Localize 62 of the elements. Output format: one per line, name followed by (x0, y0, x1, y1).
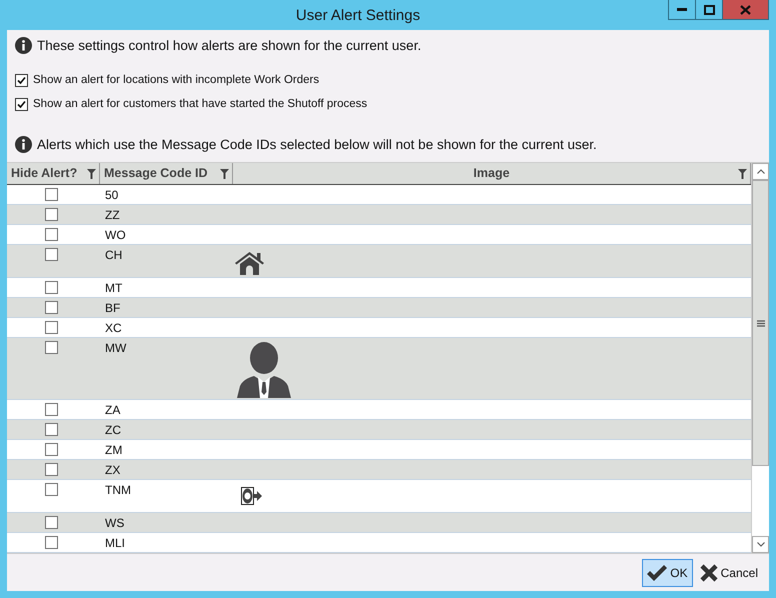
checkmark-icon (647, 564, 668, 580)
person-icon (237, 342, 291, 398)
table-cell: MLI (105, 536, 126, 550)
close-icon (740, 4, 751, 14)
table-cell: CH (105, 248, 122, 262)
meter-icon (241, 487, 262, 506)
scroll-down-button[interactable] (752, 536, 769, 553)
table-cell: MT (105, 280, 122, 295)
checkbox[interactable] (45, 443, 58, 456)
filter-icon[interactable] (87, 169, 96, 179)
table-cell: WO (105, 228, 126, 242)
table-cell: BF (105, 300, 120, 315)
table-cell: ZC (105, 423, 121, 438)
minimize-button[interactable] (668, 0, 696, 20)
info-icon (15, 136, 32, 153)
info-icon (15, 37, 32, 54)
checkbox[interactable] (45, 188, 58, 201)
checkbox[interactable] (45, 280, 58, 294)
house-icon (235, 250, 264, 275)
checkbox[interactable] (45, 228, 58, 241)
table-cell: ZZ (105, 208, 120, 222)
checkbox[interactable] (15, 74, 28, 86)
grid-note: Alerts which use the Message Code IDs selected below will not be shown for the current user. (37, 137, 597, 152)
checkbox[interactable] (45, 463, 58, 476)
option-label: Show an alert for customers that have started the Shutoff process (33, 98, 368, 110)
minimize-icon (677, 8, 687, 11)
checkbox[interactable] (45, 403, 58, 416)
checkbox[interactable] (45, 300, 58, 314)
chevron-up-icon (756, 169, 764, 174)
table-cell: ZM (105, 443, 122, 458)
intro-text: These settings control how alerts are shown for the current user. (37, 38, 422, 53)
checkbox[interactable] (45, 516, 58, 530)
close-button[interactable] (722, 0, 769, 20)
checkbox[interactable] (45, 423, 58, 436)
checkbox[interactable] (45, 248, 58, 261)
column-header[interactable]: Hide Alert? (7, 163, 100, 184)
table-cell: XC (105, 320, 122, 335)
table-cell: MW (105, 340, 126, 355)
maximize-icon (704, 4, 714, 14)
checkbox[interactable] (45, 320, 58, 334)
cancel-button[interactable]: Cancel (694, 558, 763, 586)
window-title: User Alert Settings (294, 6, 422, 24)
ok-button[interactable]: OK (642, 558, 693, 586)
checkbox[interactable] (15, 98, 28, 110)
checkbox[interactable] (45, 340, 58, 354)
grip-icon (756, 320, 764, 326)
column-header[interactable]: Message Code ID (100, 163, 233, 184)
option-label: Show an alert for locations with incomplete Work Orders (33, 74, 320, 86)
checkbox[interactable] (45, 208, 58, 221)
table-cell: ZA (105, 403, 120, 418)
scroll-thumb[interactable] (752, 180, 769, 466)
filter-icon[interactable] (220, 169, 229, 179)
chevron-down-icon (756, 542, 764, 547)
table-cell: TNM (105, 483, 131, 498)
scroll-up-button[interactable] (752, 163, 769, 180)
table-cell: ZX (105, 463, 120, 478)
checkbox[interactable] (45, 536, 58, 550)
filter-icon[interactable] (738, 169, 747, 179)
checkbox[interactable] (45, 483, 58, 496)
table-cell: 50 (105, 188, 118, 202)
close-icon (700, 564, 718, 582)
table-cell: WS (105, 516, 124, 530)
